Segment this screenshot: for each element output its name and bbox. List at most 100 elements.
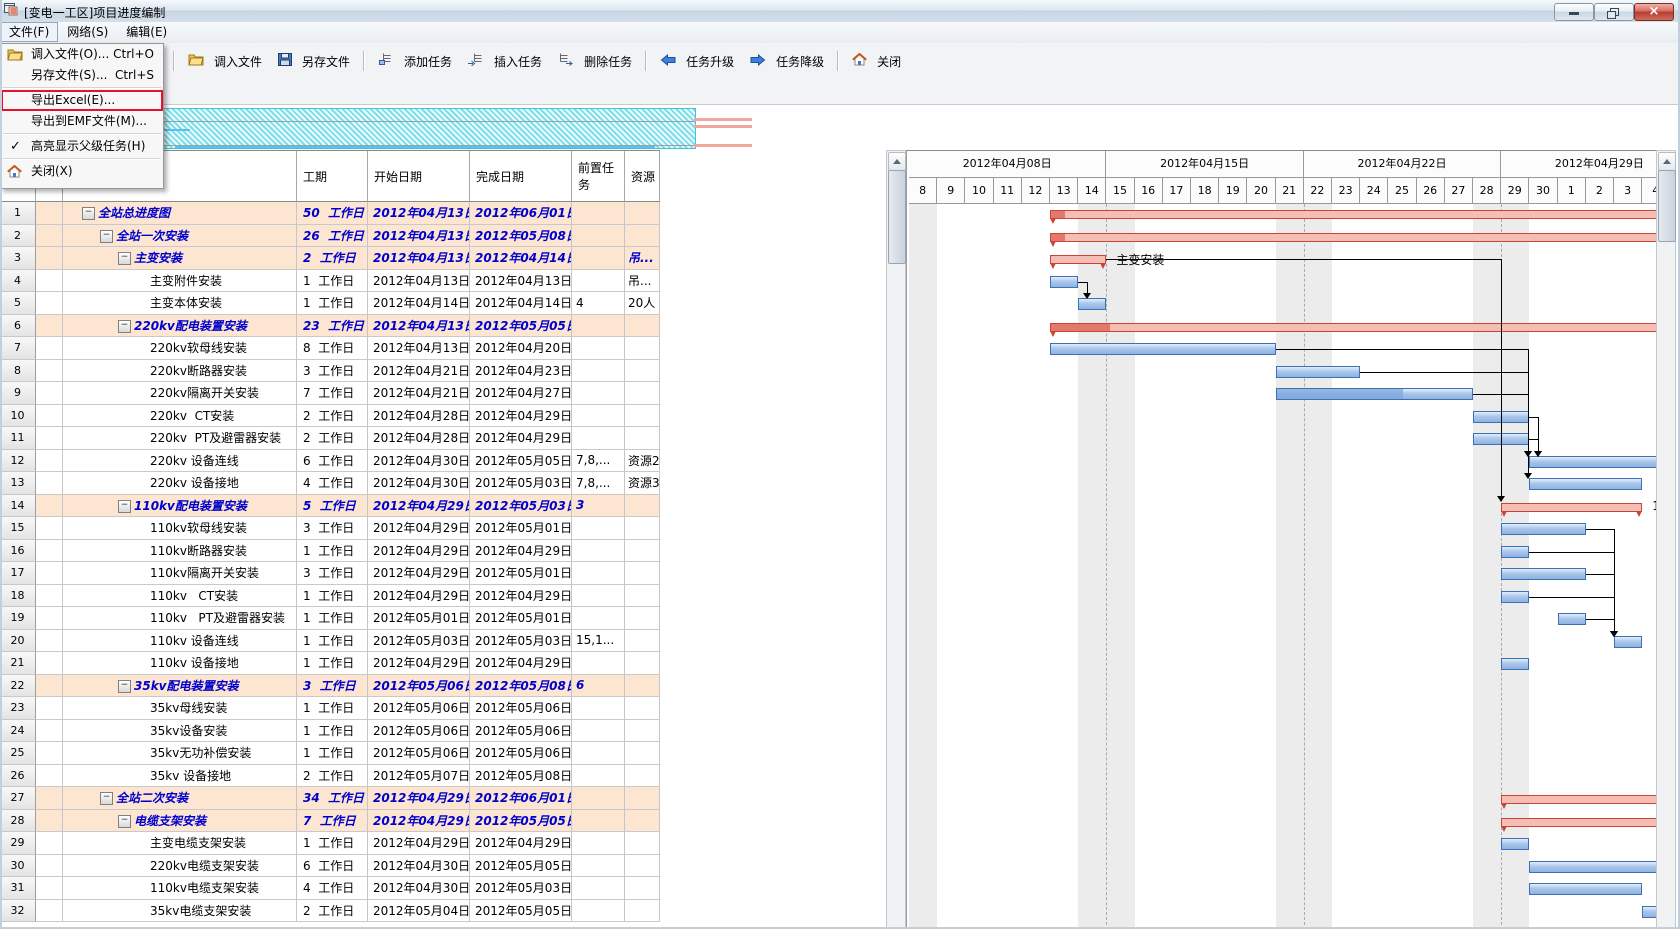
- collapse-expander[interactable]: −: [100, 792, 113, 805]
- file-menu-item-9[interactable]: 关闭(X): [1, 161, 163, 182]
- scrollbar-thumb[interactable]: [1658, 170, 1676, 242]
- table-row-5[interactable]: 5主变本体安装1 工作日2012年04月14日2012年04月14日420人: [0, 292, 660, 315]
- table-vertical-scrollbar[interactable]: [886, 150, 906, 929]
- gantt-bar-summary-2[interactable]: [1050, 233, 1656, 242]
- table-row-6[interactable]: 6−220kv配电装置安装23 工作日2012年04月13日2012年05月05…: [0, 315, 660, 338]
- toolbar-separator: [645, 51, 647, 71]
- gantt-bar-task-4[interactable]: [1050, 276, 1078, 288]
- table-row-19[interactable]: 19110kv PT及避雷器安装1 工作日2012年05月01日2012年05月…: [0, 607, 660, 630]
- table-row-26[interactable]: 2635kv 设备接地2 工作日2012年05月07日2012年05月08日: [0, 765, 660, 788]
- table-row-11[interactable]: 11220kv PT及避雷器安装2 工作日2012年04月28日2012年04月…: [0, 427, 660, 450]
- table-row-31[interactable]: 31110kv电缆支架安装4 工作日2012年04月30日2012年05月03日: [0, 877, 660, 900]
- cell-duration: 50 工作日: [297, 202, 368, 225]
- gantt-bar-task-31[interactable]: [1529, 883, 1642, 895]
- minimize-button[interactable]: [1554, 3, 1594, 21]
- file-menu-item-4-export-excel[interactable]: 导出Excel(E)...: [1, 90, 163, 111]
- cell-indicator: [36, 315, 63, 338]
- restore-button[interactable]: [1594, 3, 1634, 21]
- table-row-4[interactable]: 4主变附件安装1 工作日2012年04月13日2012年04月13日吊...: [0, 270, 660, 293]
- table-row-20[interactable]: 20110kv 设备连线1 工作日2012年05月03日2012年05月03日1…: [0, 630, 660, 653]
- collapse-expander[interactable]: −: [118, 500, 131, 513]
- cell-res: [625, 202, 660, 225]
- toolbar-button-home[interactable]: 关闭: [845, 50, 908, 73]
- table-row-27[interactable]: 27−全站二次安装34 工作日2012年04月29日2012年06月01日: [0, 787, 660, 810]
- table-row-18[interactable]: 18110kv CT安装1 工作日2012年04月29日2012年04月29日: [0, 585, 660, 608]
- gantt-bar-task-13[interactable]: [1529, 478, 1642, 490]
- gantt-bar-task-32[interactable]: [1642, 906, 1656, 918]
- table-row-2[interactable]: 2−全站一次安装26 工作日2012年04月13日2012年05月08日: [0, 225, 660, 248]
- toolbar-button-arrow-right[interactable]: 任务降级: [743, 50, 831, 73]
- gantt-bar-task-20[interactable]: [1614, 636, 1642, 648]
- table-row-30[interactable]: 30220kv电缆支架安装6 工作日2012年04月30日2012年05月05日: [0, 855, 660, 878]
- gantt-bar-summary-6[interactable]: [1050, 323, 1656, 332]
- table-row-17[interactable]: 17110kv隔离开关安装3 工作日2012年04月29日2012年05月01日: [0, 562, 660, 585]
- gantt-bar-task-12[interactable]: [1529, 456, 1656, 468]
- file-menu-item-7[interactable]: ✓高亮显示父级任务(H): [1, 136, 163, 157]
- gantt-bar-task-5[interactable]: [1078, 298, 1106, 310]
- toolbar-button-arrow-left[interactable]: 任务升级: [653, 50, 741, 73]
- arrow-right-icon: [750, 54, 771, 69]
- table-row-28[interactable]: 28−电缆支架安装7 工作日2012年04月29日2012年05月05日: [0, 810, 660, 833]
- file-menu-item-5[interactable]: 导出到EMF文件(M)...: [1, 111, 163, 132]
- cell-finish: 2012年05月05日: [470, 810, 572, 833]
- table-row-21[interactable]: 21110kv 设备接地1 工作日2012年04月29日2012年04月29日: [0, 652, 660, 675]
- day-header: 23: [1332, 178, 1360, 204]
- gantt-vertical-scrollbar[interactable]: [1656, 150, 1676, 929]
- toolbar-button-save[interactable]: 另存文件: [271, 50, 357, 73]
- menubar-item-3[interactable]: 编辑(E): [117, 22, 176, 42]
- gantt-bar-task-16[interactable]: [1501, 546, 1529, 558]
- gantt-bar-summary-27[interactable]: [1501, 795, 1656, 804]
- table-row-25[interactable]: 2535kv无功补偿安装1 工作日2012年05月06日2012年05月06日: [0, 742, 660, 765]
- menubar-item-1[interactable]: 文件(F): [0, 22, 58, 42]
- table-row-22[interactable]: 22−35kv配电装置安装3 工作日2012年05月06日2012年05月08日…: [0, 675, 660, 698]
- table-row-10[interactable]: 10220kv CT安装2 工作日2012年04月28日2012年04月29日: [0, 405, 660, 428]
- table-row-8[interactable]: 8220kv断路器安装3 工作日2012年04月21日2012年04月23日: [0, 360, 660, 383]
- gantt-bar-task-18[interactable]: [1501, 591, 1529, 603]
- table-row-13[interactable]: 13220kv 设备接地4 工作日2012年04月30日2012年05月03日7…: [0, 472, 660, 495]
- gantt-bar-task-15[interactable]: [1501, 523, 1586, 535]
- scroll-up-button[interactable]: [1658, 152, 1676, 171]
- table-row-32[interactable]: 3235kv电缆支架安装2 工作日2012年05月04日2012年05月05日: [0, 900, 660, 923]
- gantt-bar-task-19[interactable]: [1558, 613, 1586, 625]
- table-row-7[interactable]: 7220kv软母线安装8 工作日2012年04月13日2012年04月20日: [0, 337, 660, 360]
- gantt-bar-task-7[interactable]: [1050, 343, 1276, 355]
- table-row-24[interactable]: 2435kv设备安装1 工作日2012年05月06日2012年05月06日: [0, 720, 660, 743]
- collapse-expander[interactable]: −: [100, 230, 113, 243]
- file-menu-item-1[interactable]: 调入文件(O)...Ctrl+O: [1, 44, 163, 65]
- gantt-bar-summary-3[interactable]: [1050, 255, 1106, 264]
- table-row-9[interactable]: 9220kv隔离开关安装7 工作日2012年04月21日2012年04月27日: [0, 382, 660, 405]
- gantt-bar-task-17[interactable]: [1501, 568, 1586, 580]
- table-row-1[interactable]: 1−全站总进度图50 工作日2012年04月13日2012年06月01日: [0, 202, 660, 225]
- menubar-item-2[interactable]: 网络(S): [58, 22, 117, 42]
- gantt-bar-summary-28[interactable]: [1501, 818, 1656, 827]
- table-row-14[interactable]: 14−110kv配电装置安装5 工作日2012年04月29日2012年05月03…: [0, 495, 660, 518]
- gantt-bar-summary-14[interactable]: [1501, 503, 1642, 512]
- toolbar-button-delete-task[interactable]: 删除任务: [551, 50, 639, 73]
- gantt-bar-task-29[interactable]: [1501, 838, 1529, 850]
- toolbar-button-insert-task[interactable]: 插入任务: [461, 50, 549, 73]
- gantt-bar-task-8[interactable]: [1276, 366, 1361, 378]
- close-button[interactable]: ×: [1634, 3, 1674, 21]
- toolbar-button-open-folder[interactable]: 调入文件: [181, 50, 269, 73]
- collapse-expander[interactable]: −: [82, 207, 95, 220]
- toolbar-button-add-task[interactable]: 添加任务: [371, 50, 459, 73]
- cell-indicator: [36, 382, 63, 405]
- table-row-3[interactable]: 3−主变安装2 工作日2012年04月13日2012年04月14日吊...: [0, 247, 660, 270]
- table-row-29[interactable]: 29主变电缆支架安装1 工作日2012年04月29日2012年04月29日: [0, 832, 660, 855]
- table-row-23[interactable]: 2335kv母线安装1 工作日2012年05月06日2012年05月06日: [0, 697, 660, 720]
- table-row-12[interactable]: 12220kv 设备连线6 工作日2012年04月30日2012年05月05日7…: [0, 450, 660, 473]
- gantt-bar-task-21[interactable]: [1501, 658, 1529, 670]
- scroll-up-button[interactable]: [888, 152, 906, 171]
- gantt-bar-task-9[interactable]: [1276, 388, 1473, 400]
- table-row-16[interactable]: 16110kv断路器安装1 工作日2012年04月29日2012年04月29日: [0, 540, 660, 563]
- gantt-bar-task-30[interactable]: [1529, 861, 1656, 873]
- collapse-expander[interactable]: −: [118, 252, 131, 265]
- table-row-15[interactable]: 15110kv软母线安装3 工作日2012年04月29日2012年05月01日: [0, 517, 660, 540]
- gantt-bar-summary-1[interactable]: [1050, 210, 1656, 219]
- collapse-expander[interactable]: −: [118, 815, 131, 828]
- task-name: 220kv软母线安装: [150, 339, 247, 356]
- file-menu-item-2[interactable]: 另存文件(S)...Ctrl+S: [1, 65, 163, 86]
- scrollbar-thumb[interactable]: [888, 170, 906, 264]
- collapse-expander[interactable]: −: [118, 320, 131, 333]
- collapse-expander[interactable]: −: [118, 680, 131, 693]
